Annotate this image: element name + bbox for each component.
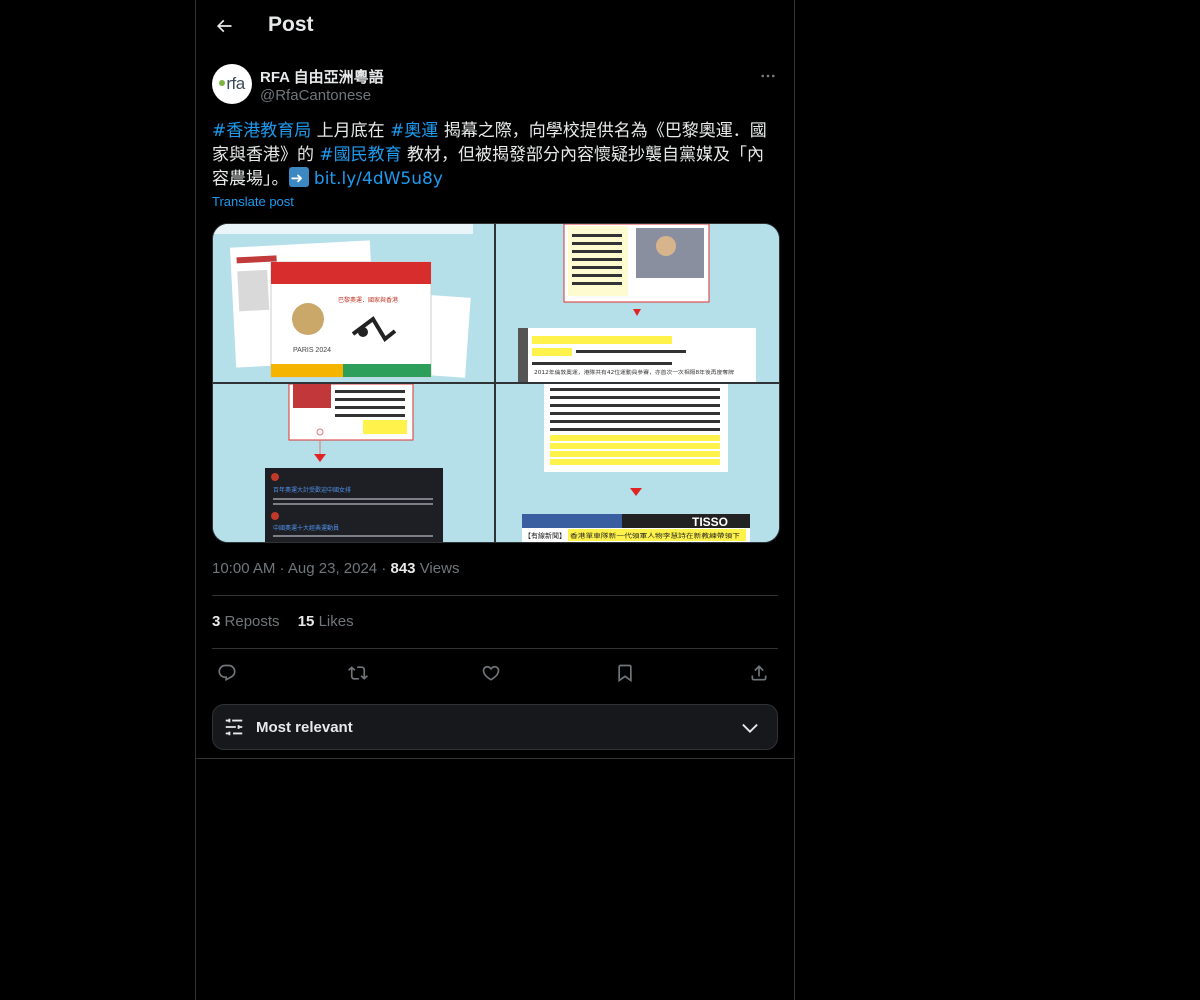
more-horizontal-icon xyxy=(761,74,775,78)
bookmark-button[interactable] xyxy=(608,656,642,690)
reposts-stat[interactable]: 3 Reposts xyxy=(212,613,280,630)
media-paris-label: PARIS 2024 xyxy=(293,347,331,354)
sort-icon-wrap xyxy=(223,716,245,738)
media-image-1[interactable]: PARIS 2024 巴黎奧運．國家與香港 xyxy=(213,224,494,382)
reply-sort-dropdown[interactable]: Most relevant xyxy=(212,704,778,750)
media-image-1-art: PARIS 2024 巴黎奧運．國家與香港 xyxy=(213,224,494,382)
translate-post-link[interactable]: Translate post xyxy=(212,194,294,209)
hashtag-link[interactable]: #國民教育 xyxy=(319,145,401,165)
repost-button[interactable] xyxy=(341,656,375,690)
meta-separator: · xyxy=(275,560,288,577)
arrow-right-emoji-icon xyxy=(288,166,309,190)
media-image-3-art: 百年奧運大計受歡迎中國女排 中國奧運十大經典運動員 xyxy=(213,384,494,542)
arrow-left-icon xyxy=(216,19,232,33)
bookmark-icon xyxy=(618,664,632,683)
repost-icon xyxy=(348,666,368,680)
post-text: #香港教育局 上月底在 #奧運 揭幕之際，向學校提供名為《巴黎奧運．國家與香港》… xyxy=(212,119,778,191)
post-date[interactable]: Aug 23, 2024 xyxy=(288,560,377,577)
avatar[interactable]: rfa xyxy=(212,64,252,104)
sort-chevron-wrap xyxy=(739,717,761,739)
reply-icon xyxy=(218,664,236,682)
page-title: Post xyxy=(268,13,314,36)
media-tissot-text: TISSO xyxy=(692,515,728,529)
post-text-segment: 上月底在 xyxy=(311,121,391,141)
share-icon xyxy=(751,665,767,681)
author-handle[interactable]: @RfaCantonese xyxy=(260,87,371,104)
share-button[interactable] xyxy=(742,656,776,690)
media-news-title-1: 百年奧運大計受歡迎中國女排 xyxy=(273,486,351,494)
media-image-4-art: TISSO 【有線新聞】 香港單車隊新一代領軍人物李慧詩在新教練帶領下 xyxy=(496,384,779,542)
reposts-count: 3 xyxy=(212,613,221,630)
likes-count: 15 xyxy=(297,613,315,630)
reply-button[interactable] xyxy=(210,656,244,690)
main-column: Post rfa RFA 自由亞洲粵語 @RfaCantonese #香港教育局… xyxy=(195,0,795,1000)
hashtag-link[interactable]: #奧運 xyxy=(390,121,438,141)
media-image-2[interactable]: 2012年倫敦奧運，港隊共有42位運動員參賽，亦首次一次相隔8年後再度奪牌 xyxy=(496,224,779,382)
sort-label: Most relevant xyxy=(256,719,353,736)
more-options-button[interactable] xyxy=(756,64,780,88)
post-time[interactable]: 10:00 AM xyxy=(212,560,275,577)
chevron-down-icon xyxy=(742,723,758,733)
media-news-tag: 【有線新聞】 xyxy=(524,531,566,540)
media-image-3[interactable]: 百年奧運大計受歡迎中國女排 中國奧運十大經典運動員 xyxy=(213,384,494,542)
avatar-logo-text: rfa xyxy=(226,74,245,93)
section-divider xyxy=(196,758,794,759)
engagement-stats: 3 Reposts 15 Likes xyxy=(212,613,354,630)
sliders-icon xyxy=(225,718,243,736)
divider xyxy=(212,648,778,649)
divider xyxy=(212,595,778,596)
hashtag-link[interactable]: #香港教育局 xyxy=(212,121,311,141)
author-display-name[interactable]: RFA 自由亞洲粵語 xyxy=(260,66,384,87)
media-image-4[interactable]: TISSO 【有線新聞】 香港單車隊新一代領軍人物李慧詩在新教練帶領下 xyxy=(496,384,779,542)
page-header: Post xyxy=(196,0,794,54)
avatar-dot-icon xyxy=(219,80,226,86)
media-news-title-2: 中國奧運十大經典運動員 xyxy=(273,524,339,532)
media-grid[interactable]: PARIS 2024 巴黎奧運．國家與香港 2012年倫敦奧運，港隊共有42位運… xyxy=(212,223,780,543)
post-metadata: 10:00 AM · Aug 23, 2024 · 843 Views xyxy=(212,560,459,577)
views-label: Views xyxy=(419,560,460,577)
likes-label: Likes xyxy=(318,613,354,630)
views-count: 843 xyxy=(390,560,416,577)
action-bar xyxy=(212,656,778,692)
back-button[interactable] xyxy=(206,8,242,44)
like-button[interactable] xyxy=(474,656,508,690)
meta-separator: · xyxy=(377,560,391,577)
media-highlight-top: 2012年倫敦奧運，港隊共有42位運動員參賽，亦首次一次相隔8年後再度奪牌 xyxy=(534,369,734,376)
likes-stat[interactable]: 15 Likes xyxy=(298,613,354,630)
heart-icon xyxy=(482,665,500,681)
media-book-title: 巴黎奧運．國家與香港 xyxy=(338,296,398,304)
media-image-2-art: 2012年倫敦奧運，港隊共有42位運動員參賽，亦首次一次相隔8年後再度奪牌 xyxy=(496,224,779,382)
post-url-link[interactable]: bit.ly/4dW5u8y xyxy=(314,169,443,189)
reposts-label: Reposts xyxy=(224,613,280,630)
media-highlight-bottom: 香港單車隊新一代領軍人物李慧詩在新教練帶領下 xyxy=(570,532,740,540)
